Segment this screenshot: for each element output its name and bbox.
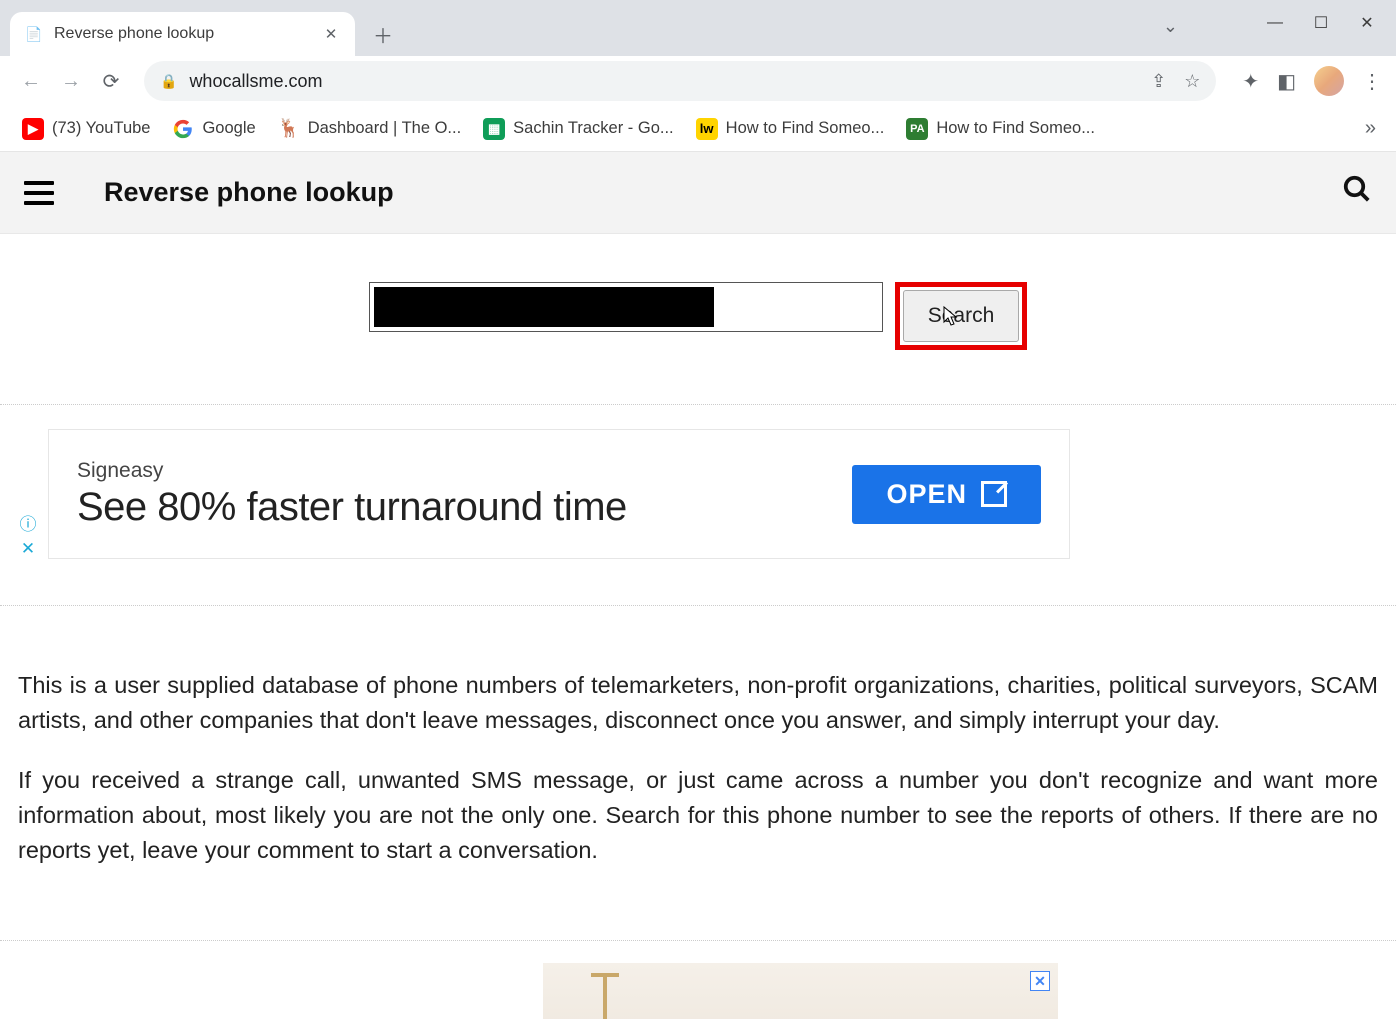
menu-kebab-icon[interactable]: ⋮: [1362, 69, 1382, 94]
tab-title: Reverse phone lookup: [54, 25, 311, 43]
window-maximize-icon[interactable]: ☐: [1312, 14, 1330, 32]
search-button-label: Search: [928, 304, 995, 328]
site-header: Reverse phone lookup: [0, 152, 1396, 234]
browser-toolbar: ← → ⟳ 🔒 whocallsme.com ⇪ ☆ ✦ ◧ ⋮: [0, 56, 1396, 106]
bookmark-label: Sachin Tracker - Go...: [513, 119, 673, 138]
ad-bottom-close-icon[interactable]: ✕: [1030, 971, 1050, 991]
nav-forward-icon: →: [54, 64, 88, 98]
lock-icon[interactable]: 🔒: [160, 73, 177, 90]
ad-image-faucet: [603, 973, 607, 1019]
hamburger-menu-icon[interactable]: [24, 181, 54, 205]
ad-bottom-left[interactable]: [18, 963, 543, 1019]
bookmark-google[interactable]: Google: [166, 114, 261, 144]
omnibox-actions: ⇪ ☆: [1151, 71, 1200, 92]
page-title: Reverse phone lookup: [104, 177, 394, 208]
phone-number-input[interactable]: [369, 282, 883, 332]
new-tab-button[interactable]: ＋: [367, 18, 399, 50]
description-section: This is a user supplied database of phon…: [0, 606, 1396, 941]
bookmark-label: Dashboard | The O...: [308, 119, 461, 138]
nav-back-icon[interactable]: ←: [14, 64, 48, 98]
bookmark-label: (73) YouTube: [52, 119, 150, 138]
ad-open-button[interactable]: OPEN: [852, 465, 1041, 524]
extensions-icon[interactable]: ✦: [1242, 69, 1259, 94]
pa-icon: PA: [906, 118, 928, 140]
ad-cta-label: OPEN: [886, 479, 967, 510]
bookmark-star-icon[interactable]: ☆: [1184, 71, 1200, 92]
window-minimize-icon[interactable]: ―: [1266, 14, 1284, 32]
lw-icon: lw: [696, 118, 718, 140]
redacted-input-value: [374, 287, 714, 327]
dashboard-icon: 🦌: [278, 118, 300, 140]
nav-reload-icon[interactable]: ⟳: [94, 64, 128, 98]
bookmarks-bar: ▶ (73) YouTube Google 🦌 Dashboard | The …: [0, 106, 1396, 152]
ad-content[interactable]: Signeasy See 80% faster turnaround time …: [48, 429, 1070, 559]
ad-brand: Signeasy: [77, 459, 627, 483]
site-search-icon[interactable]: [1342, 174, 1372, 211]
description-paragraph-2: If you received a strange call, unwanted…: [18, 763, 1378, 869]
ad-controls: ⓘ ✕: [18, 429, 38, 559]
tab-search-caret-icon[interactable]: ⌄: [1163, 16, 1178, 37]
description-paragraph-1: This is a user supplied database of phon…: [18, 668, 1378, 739]
url-text: whocallsme.com: [189, 71, 322, 92]
bookmark-lw[interactable]: lw How to Find Someo...: [690, 114, 891, 144]
sheets-icon: ▦: [483, 118, 505, 140]
share-icon[interactable]: ⇪: [1151, 71, 1166, 92]
profile-avatar[interactable]: [1314, 66, 1344, 96]
toolbar-right: ✦ ◧ ⋮: [1242, 66, 1382, 96]
bookmark-label: Google: [202, 119, 255, 138]
window-controls: ― ☐ ✕: [1246, 0, 1396, 46]
google-icon: [172, 118, 194, 140]
ad-info-icon[interactable]: ⓘ: [20, 510, 37, 535]
bookmark-sheets[interactable]: ▦ Sachin Tracker - Go...: [477, 114, 679, 144]
search-button-highlight: Search: [895, 282, 1027, 350]
bookmark-dashboard[interactable]: 🦌 Dashboard | The O...: [272, 114, 467, 144]
ad-headline: See 80% faster turnaround time: [77, 485, 627, 530]
ad-banner-top: ⓘ ✕ Signeasy See 80% faster turnaround t…: [0, 405, 1396, 606]
ad-close-icon[interactable]: ✕: [21, 539, 35, 559]
search-button[interactable]: Search: [903, 290, 1019, 342]
address-bar[interactable]: 🔒 whocallsme.com ⇪ ☆: [144, 61, 1216, 101]
browser-tab[interactable]: 📄 Reverse phone lookup ✕: [10, 12, 355, 56]
bookmark-label: How to Find Someo...: [726, 119, 885, 138]
window-close-icon[interactable]: ✕: [1358, 14, 1376, 32]
page-viewport[interactable]: Reverse phone lookup Search ⓘ ✕ Signeasy: [0, 152, 1396, 1019]
youtube-icon: ▶: [22, 118, 44, 140]
tab-close-icon[interactable]: ✕: [321, 24, 341, 44]
phone-search-section: Search: [0, 234, 1396, 405]
sidepanel-icon[interactable]: ◧: [1277, 69, 1296, 94]
ad-banner-bottom: ✕: [0, 941, 1396, 1019]
external-link-icon: [981, 481, 1007, 507]
bookmark-youtube[interactable]: ▶ (73) YouTube: [16, 114, 156, 144]
tab-favicon-icon: 📄: [24, 24, 44, 44]
ad-bottom-right[interactable]: ✕: [543, 963, 1058, 1019]
bookmark-pa[interactable]: PA How to Find Someo...: [900, 114, 1101, 144]
bookmark-label: How to Find Someo...: [936, 119, 1095, 138]
ad-text-block: Signeasy See 80% faster turnaround time: [77, 459, 627, 530]
bookmarks-overflow-icon[interactable]: »: [1365, 117, 1380, 140]
browser-titlebar: 📄 Reverse phone lookup ✕ ＋ ⌄ ― ☐ ✕: [0, 0, 1396, 56]
